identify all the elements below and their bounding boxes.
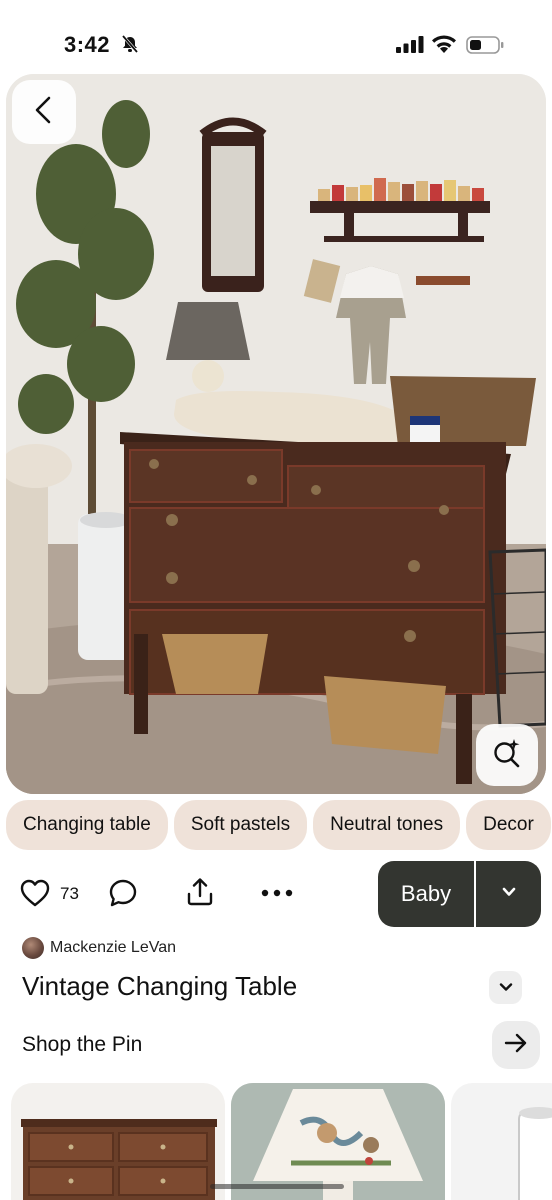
chevron-down-icon [499, 979, 513, 997]
product-card-diaper-pail[interactable] [451, 1083, 552, 1200]
board-dropdown-button[interactable] [476, 861, 541, 927]
bell-slash-icon [120, 35, 140, 58]
back-button[interactable] [12, 80, 76, 144]
pin-image[interactable] [6, 74, 546, 794]
more-icon[interactable] [260, 880, 294, 911]
battery-icon [466, 36, 504, 59]
visual-search-icon [492, 738, 522, 773]
chip-changing-table[interactable]: Changing table [6, 800, 168, 850]
chip-soft-pastels[interactable]: Soft pastels [173, 800, 308, 850]
back-arrow-icon [33, 95, 55, 130]
share-icon[interactable] [184, 876, 216, 913]
chip-decor[interactable]: Decor [466, 800, 551, 850]
author-name[interactable]: Mackenzie LeVan [50, 939, 176, 957]
shop-the-pin-button[interactable] [492, 1021, 540, 1069]
cellular-signal-icon [396, 36, 424, 58]
arrow-right-icon [504, 1033, 528, 1058]
status-bar: 3:42 [0, 0, 552, 74]
product-card-lamp[interactable] [231, 1083, 445, 1200]
shop-products-row [0, 1083, 552, 1200]
comment-icon[interactable] [108, 878, 138, 913]
product-card-dresser[interactable] [11, 1083, 225, 1200]
chevron-down-icon [501, 885, 517, 903]
pin-title: Vintage Changing Table [22, 971, 298, 1001]
related-topics-chips: Changing table Soft pastels Neutral tones D… [6, 800, 552, 850]
home-indicator [210, 1184, 344, 1189]
visual-search-button[interactable] [476, 724, 538, 786]
expand-description-button[interactable] [489, 971, 522, 1004]
heart-icon[interactable] [20, 879, 50, 912]
like-count: 73 [60, 884, 79, 903]
avatar[interactable] [22, 937, 44, 959]
shop-the-pin-heading: Shop the Pin [22, 1033, 143, 1056]
wifi-icon [431, 34, 457, 58]
chip-neutral-tones[interactable]: Neutral tones [313, 800, 461, 850]
save-to-board-button[interactable]: Baby [378, 861, 474, 927]
status-time: 3:42 [64, 32, 111, 57]
